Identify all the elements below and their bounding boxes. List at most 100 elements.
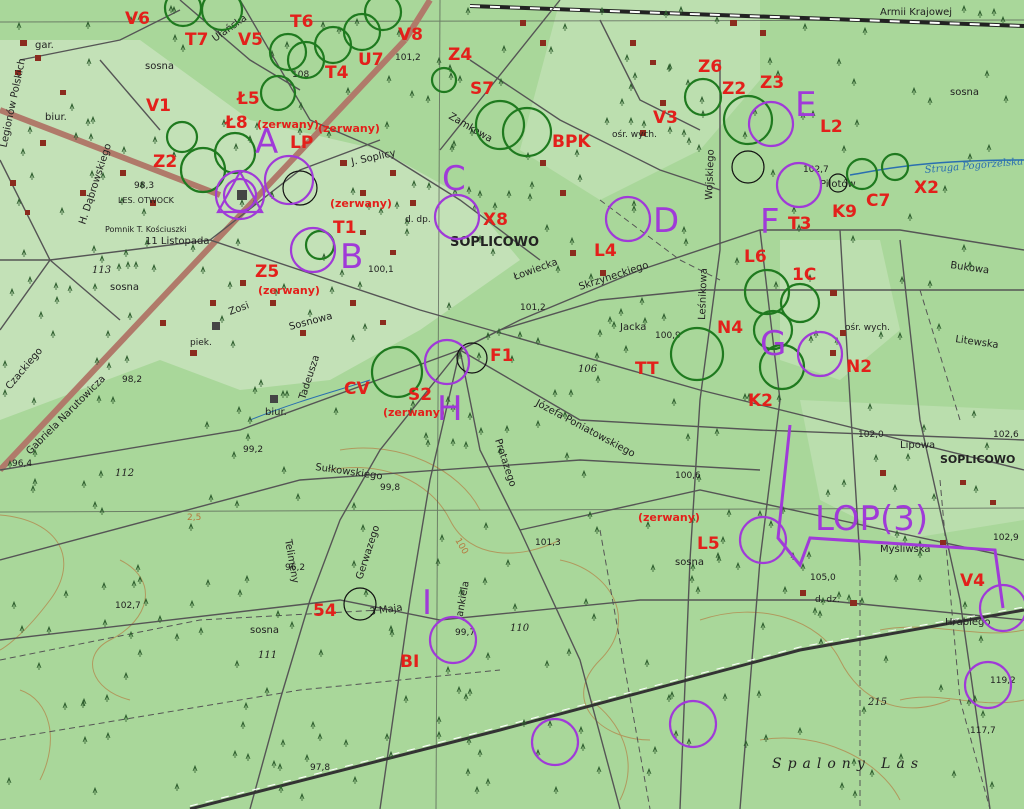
forest-name: Spalony Las: [772, 756, 924, 772]
checkpoint-label: TT: [635, 359, 659, 379]
elevation: 97,8: [310, 763, 330, 773]
elevation: 113: [92, 265, 111, 276]
elevation: 96,2: [285, 563, 305, 573]
checkpoint-label: CV: [344, 379, 370, 399]
checkpoint-label: V8: [398, 25, 423, 45]
checkpoint-label: L5: [697, 534, 720, 554]
checkpoint-label: T4: [325, 63, 349, 83]
elevation: 105,0: [810, 573, 836, 583]
place-label: ośr. wych.: [845, 322, 890, 333]
street-label: 11 Listopada: [145, 236, 209, 247]
elevation: 112: [115, 468, 134, 479]
checkpoint-label: Z4: [448, 45, 472, 65]
elevation: 117,7: [970, 726, 996, 736]
broken-note: (zerwany): [330, 197, 392, 210]
zone-letter: C: [442, 159, 466, 199]
place-label: Pomnik T. Kościuszki: [105, 224, 187, 234]
elevation: 102,0: [858, 430, 884, 440]
checkpoint-label: T1: [333, 218, 356, 238]
checkpoint-label: 1C: [792, 265, 816, 285]
elevation: 102,7: [115, 601, 141, 611]
checkpoint-label: BI: [400, 652, 419, 672]
place-label: sosna: [675, 557, 704, 568]
place-label: sosna: [145, 61, 174, 72]
checkpoint-label: Z2: [722, 79, 746, 99]
street-label: Wojskiego: [704, 149, 717, 200]
checkpoint-label: N2: [846, 357, 872, 377]
broken-note: (zerwany): [638, 511, 700, 524]
elevation: 2,5: [187, 513, 201, 523]
elevation: 106: [578, 364, 598, 375]
place-label: d. dp.: [405, 215, 431, 225]
town-name-east: SOPLICOWO: [940, 453, 1015, 466]
zone-letter: LOP(3): [815, 499, 928, 539]
checkpoint-label: U7: [358, 50, 384, 70]
checkpoint-label: V3: [653, 108, 678, 128]
zone-letter: H: [437, 389, 463, 429]
zone-letter: F: [760, 202, 780, 242]
zone-letter: I: [422, 583, 432, 623]
checkpoint-label: Z6: [698, 57, 722, 77]
elevation: 110: [510, 623, 530, 634]
checkpoint-label: LP: [290, 133, 313, 153]
elevation: 102,6: [993, 430, 1019, 440]
place-label: biur.: [265, 407, 287, 418]
elevation: 100,6: [675, 471, 701, 481]
checkpoint-label: Z2: [153, 152, 177, 172]
elevation: 98,2: [122, 375, 142, 385]
checkpoint-label: S7: [470, 79, 494, 99]
place-label: sosna: [950, 87, 979, 98]
broken-note: (zerwany): [258, 284, 320, 297]
street-label: Jacka: [619, 322, 646, 333]
checkpoint-label: Z3: [760, 73, 784, 93]
broken-note: (zerwany): [383, 406, 445, 419]
broken-note: (zerwany): [318, 122, 380, 135]
checkpoint-label: V1: [146, 96, 171, 116]
elevation: 98,3: [134, 181, 154, 191]
place-label: d. dz.: [815, 595, 840, 605]
elevation: 96,4: [12, 459, 32, 469]
checkpoint-label: S2: [408, 385, 432, 405]
elevation: 99,7: [455, 628, 475, 638]
checkpoint-label: F1: [490, 346, 513, 366]
zone-letter: E: [795, 85, 816, 125]
place-label: sosna: [110, 282, 139, 293]
place-label: piek.: [190, 338, 212, 348]
checkpoint-label: T3: [788, 214, 811, 234]
street-label: Leśnikowa: [696, 268, 710, 320]
checkpoint-label: L6: [744, 247, 767, 267]
checkpoint-label: L4: [594, 241, 617, 261]
place-label: gar.: [35, 40, 54, 51]
elevation: 215: [867, 697, 887, 708]
elevation: 101,3: [535, 538, 561, 548]
zone-letter: B: [340, 237, 363, 277]
checkpoint-label: K2: [748, 391, 773, 411]
checkpoint-label: Z5: [255, 262, 279, 282]
checkpoint-label: K9: [832, 202, 857, 222]
checkpoint-label: BPK: [552, 132, 591, 152]
checkpoint-label: T7: [185, 30, 208, 50]
checkpoint-label: C7: [866, 191, 890, 211]
checkpoint-label: X2: [914, 178, 939, 198]
checkpoint-label: X8: [483, 210, 508, 230]
checkpoint-label: N4: [717, 318, 743, 338]
checkpoint-label: Ł5: [236, 89, 260, 109]
place-label: sosna: [250, 625, 279, 636]
checkpoint-label: T6: [290, 12, 313, 32]
street-label: Lipowa: [900, 440, 935, 451]
checkpoint-label: 54: [313, 601, 337, 621]
checkpoint-label: V5: [238, 30, 263, 50]
checkpoint-label: V6: [125, 9, 150, 29]
elevation: 102,9: [993, 533, 1019, 543]
elevation: 111: [258, 650, 277, 661]
checkpoint-label: Ł8: [224, 113, 248, 133]
place-label: ośr. wych.: [612, 129, 657, 140]
zone-letter: D: [653, 201, 679, 241]
place-label: biur.: [45, 112, 67, 123]
zone-letter: G: [760, 324, 786, 364]
checkpoint-label: L2: [820, 117, 843, 137]
elevation: 101,2: [395, 53, 421, 63]
topographic-map: Armii Krajowej Ułańska Legionów Polskich…: [0, 0, 1024, 809]
elevation: 101,2: [520, 303, 546, 313]
checkpoint-label: V4: [960, 571, 985, 591]
